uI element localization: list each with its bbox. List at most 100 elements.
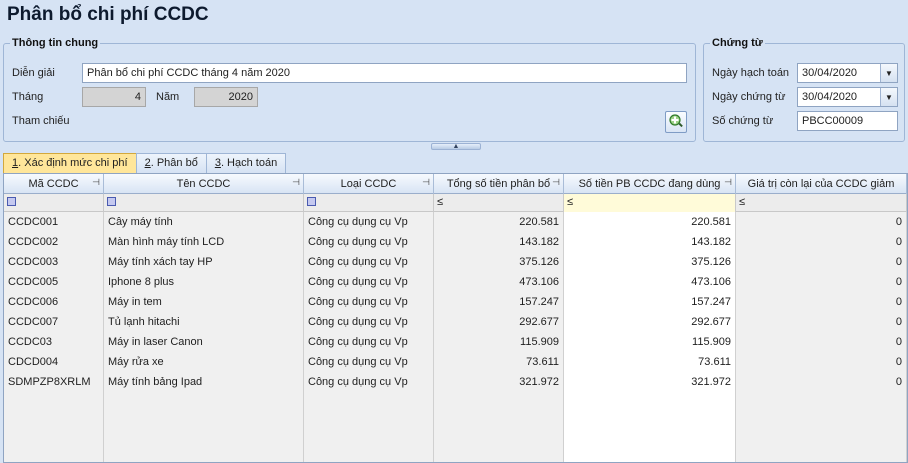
cell-in-use[interactable]: 321.972	[564, 372, 736, 392]
cell-code: CCDC002	[4, 232, 104, 252]
filter-remaining[interactable]: ≤	[736, 194, 907, 212]
chevron-down-icon[interactable]: ▼	[880, 88, 897, 106]
column-header-remaining[interactable]: Giá trị còn lại của CCDC giảm	[736, 174, 907, 194]
cell-code	[4, 452, 104, 462]
filter-type[interactable]	[304, 194, 434, 212]
cell-total	[434, 412, 564, 432]
cell-name: Màn hình máy tính LCD	[104, 232, 304, 252]
cell-name	[104, 412, 304, 432]
table-row[interactable]: CCDC005 Iphone 8 plus Công cụ dụng cụ Vp 47…	[4, 272, 907, 292]
cell-type: Công cụ dụng cụ Vp	[304, 372, 434, 392]
year-field: 2020	[194, 87, 258, 107]
cell-in-use[interactable]: 157.247	[564, 292, 736, 312]
filter-equals-icon	[107, 197, 116, 206]
cell-total: 157.247	[434, 292, 564, 312]
tab-label: . Phân bổ	[150, 157, 198, 169]
column-header-type[interactable]: Loại CCDC ⊣	[304, 174, 434, 194]
cell-total: 115.909	[434, 332, 564, 352]
cell-remaining	[736, 452, 907, 462]
cell-name: Máy tính bảng Ipad	[104, 372, 304, 392]
tab-accounting[interactable]: 3. Hạch toán	[205, 153, 287, 173]
cell-in-use	[564, 452, 736, 462]
cell-total: 143.182	[434, 232, 564, 252]
cell-type: Công cụ dụng cụ Vp	[304, 352, 434, 372]
table-row[interactable]: CCDC002 Màn hình máy tính LCD Công cụ dụng…	[4, 232, 907, 252]
cell-type: Công cụ dụng cụ Vp	[304, 212, 434, 232]
cell-in-use[interactable]: 115.909	[564, 332, 736, 352]
table-row[interactable]: SDMPZP8XRLM Máy tính bảng Ipad Công cụ dụn…	[4, 372, 907, 392]
cell-name	[104, 452, 304, 462]
voucher-date-picker[interactable]: 30/04/2020 ▼	[797, 87, 898, 107]
table-row[interactable]: CDCD004 Máy rửa xe Công cụ dụng cụ Vp 73.61…	[4, 352, 907, 372]
cell-in-use[interactable]: 473.106	[564, 272, 736, 292]
posting-date-picker[interactable]: 30/04/2020 ▼	[797, 63, 898, 83]
column-header-code[interactable]: Mã CCDC ⊣	[4, 174, 104, 194]
month-label: Tháng	[12, 91, 44, 103]
cell-name: Máy tính xách tay HP	[104, 252, 304, 272]
cell-code: CDCD004	[4, 352, 104, 372]
cell-code	[4, 432, 104, 452]
column-header-label: Giá trị còn lại của CCDC giảm	[747, 178, 895, 190]
cell-in-use[interactable]: 143.182	[564, 232, 736, 252]
cell-in-use[interactable]: 73.611	[564, 352, 736, 372]
pin-icon[interactable]: ⊣	[92, 177, 100, 188]
cell-type	[304, 452, 434, 462]
voucher-date-label: Ngày chứng từ	[712, 91, 786, 103]
description-input[interactable]: Phân bổ chi phí CCDC tháng 4 năm 2020	[82, 63, 687, 83]
cell-type: Công cụ dụng cụ Vp	[304, 332, 434, 352]
table-row[interactable]: CCDC001 Cây máy tính Công cụ dụng cụ Vp 220…	[4, 212, 907, 232]
pin-icon[interactable]: ⊣	[422, 177, 430, 188]
tab-label: . Hạch toán	[220, 157, 278, 169]
cell-in-use[interactable]: 292.677	[564, 312, 736, 332]
filter-row: ≤ ≤ ≤	[4, 194, 907, 212]
cell-total	[434, 432, 564, 452]
tab-determine-cost[interactable]: 1. Xác định mức chi phí	[3, 153, 137, 174]
year-label: Năm	[156, 91, 180, 103]
filter-code[interactable]	[4, 194, 104, 212]
column-header-total[interactable]: Tổng số tiền phân bổ ⊣	[434, 174, 564, 194]
voucher-number-input[interactable]: PBCC00009	[797, 111, 898, 131]
cell-type	[304, 412, 434, 432]
voucher-number-label: Số chứng từ	[712, 115, 774, 127]
pin-icon[interactable]: ⊣	[552, 177, 560, 188]
pin-icon[interactable]: ⊣	[724, 177, 732, 188]
filter-total[interactable]: ≤	[434, 194, 564, 212]
cell-type: Công cụ dụng cụ Vp	[304, 272, 434, 292]
add-reference-button[interactable]	[665, 111, 687, 133]
filter-le-icon: ≤	[567, 196, 574, 208]
cell-type	[304, 392, 434, 412]
chevron-down-icon[interactable]: ▼	[880, 64, 897, 82]
column-header-label: Tổng số tiền phân bổ	[446, 178, 551, 190]
table-row[interactable]: CCDC006 Máy in tem Công cụ dụng cụ Vp 157.2…	[4, 292, 907, 312]
cell-total	[434, 452, 564, 462]
allocation-grid: Mã CCDC ⊣ Tên CCDC ⊣ Loại CCDC ⊣ Tổng số ti…	[3, 173, 908, 463]
column-header-name[interactable]: Tên CCDC ⊣	[104, 174, 304, 194]
add-search-icon	[668, 113, 684, 132]
posting-date-label: Ngày hạch toán	[712, 67, 790, 79]
tab-allocation[interactable]: 2. Phân bổ	[135, 153, 207, 173]
table-row[interactable]: CCDC007 Tủ lạnh hitachi Công cụ dụng cụ Vp…	[4, 312, 907, 332]
cell-remaining: 0	[736, 352, 907, 372]
tab-bar: 1. Xác định mức chi phí 2. Phân bổ 3. Hạ…	[3, 153, 287, 174]
voucher-legend: Chứng từ	[712, 37, 763, 49]
empty-row	[4, 452, 907, 462]
voucher-date-value: 30/04/2020	[802, 91, 858, 103]
pin-icon[interactable]: ⊣	[292, 177, 300, 188]
cell-in-use[interactable]: 220.581	[564, 212, 736, 232]
empty-row	[4, 392, 907, 412]
grid-rows: CCDC001 Cây máy tính Công cụ dụng cụ Vp 220…	[4, 212, 907, 462]
cell-code	[4, 392, 104, 412]
column-header-label: Loại CCDC	[340, 178, 397, 190]
cell-in-use[interactable]: 375.126	[564, 252, 736, 272]
column-header-in-use[interactable]: Số tiền PB CCDC đang dùng ⊣	[564, 174, 736, 194]
filter-equals-icon	[7, 197, 16, 206]
table-row[interactable]: CCDC003 Máy tính xách tay HP Công cụ dụng …	[4, 252, 907, 272]
cell-name: Máy rửa xe	[104, 352, 304, 372]
cell-code: CCDC03	[4, 332, 104, 352]
collapse-splitter[interactable]: ▲	[431, 143, 481, 150]
cell-code: CCDC007	[4, 312, 104, 332]
filter-name[interactable]	[104, 194, 304, 212]
table-row[interactable]: CCDC03 Máy in laser Canon Công cụ dụng cụ …	[4, 332, 907, 352]
filter-in-use[interactable]: ≤	[564, 194, 736, 212]
cell-type: Công cụ dụng cụ Vp	[304, 292, 434, 312]
